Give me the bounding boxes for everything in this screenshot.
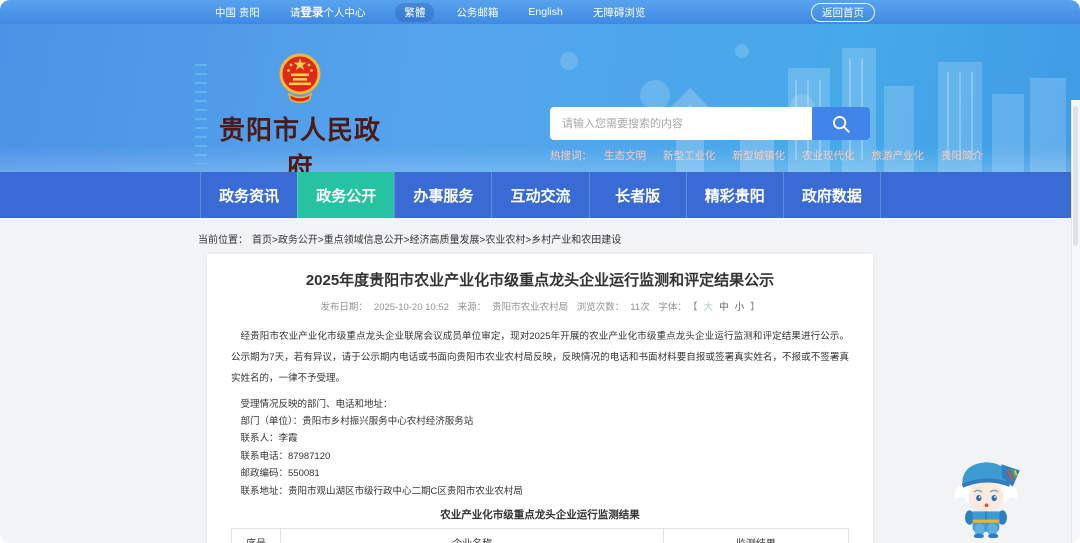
article-paragraph: 受理情况反映的部门、电话和地址： (240, 399, 393, 410)
topbar-traditional-link[interactable]: 繁體 (395, 2, 435, 22)
hot-search-word[interactable]: 贵阳简介 (941, 148, 983, 163)
hot-search-word[interactable]: 新型城镇化 (733, 148, 786, 163)
contact-department: 部门（单位）：贵阳市乡村振兴服务中心农村经济服务站 (240, 415, 474, 427)
search-input[interactable] (550, 107, 812, 140)
views-label: 浏览次数： (576, 302, 625, 313)
tab-zhengwu-gongkai[interactable]: 政务公开 (297, 172, 395, 218)
font-size-label: 字体： (658, 302, 687, 313)
search-button[interactable] (812, 107, 870, 140)
scrollbar[interactable] (1071, 100, 1080, 543)
tab-zhengwu-zixun[interactable]: 政务资讯 (200, 172, 297, 218)
views: 11次 (630, 302, 650, 313)
font-bracket-open: 【 (692, 302, 698, 313)
font-size-large-button[interactable]: 大 (704, 302, 714, 313)
hot-search-row: 热搜词： 生态文明 新型工业化 新型城镇化 农业现代化 旅游产业化 贵阳简介 (550, 148, 1000, 163)
col-header-company: 企业名称 (280, 527, 664, 543)
topbar-login-link[interactable]: 请登录个人中心 (290, 4, 366, 20)
national-emblem-icon (279, 53, 321, 103)
header-banner: 贵阳市人民政府 贵阳市人民政府.政务 www.guiyang.gov.cn 热搜… (0, 24, 1080, 172)
bokeh-decoration (560, 52, 578, 70)
topbar-english-link[interactable]: English (528, 6, 562, 18)
tab-zhangzheban[interactable]: 长者版 (588, 172, 686, 218)
table-caption: 农业产业化市级重点龙头企业运行监测结果 (440, 508, 640, 521)
col-header-index: 序号 (230, 527, 282, 543)
contact-phone: 联系电话：87987120 (240, 450, 331, 462)
breadcrumb-label: 当前位置： (198, 235, 248, 246)
source-label: 来源： (457, 302, 487, 313)
topbar-mail-link[interactable]: 公务邮箱 (456, 5, 498, 20)
article-card: 2025年度贵阳市农业产业化市级重点龙头企业运行监测和评定结果公示 发布日期： 2… (207, 254, 873, 543)
contact-postcode: 邮政编码：550081 (240, 468, 320, 479)
site-logo[interactable]: 贵阳市人民政府 贵阳市人民政府.政务 www.guiyang.gov.cn (212, 52, 388, 172)
scrollbar-thumb[interactable] (1073, 106, 1078, 246)
main-nav: 政务资讯 政务公开 办事服务 互动交流 长者版 精彩贵阳 政府数据 (0, 172, 1080, 218)
font-bracket-close: 】 (750, 302, 760, 313)
topbar: 中国 贵阳 请登录个人中心 繁體 公务邮箱 English 无障碍浏览 返回首页 (0, 0, 1080, 24)
hot-search-word[interactable]: 农业现代化 (802, 148, 855, 163)
hot-search-word[interactable]: 生态文明 (604, 148, 646, 163)
tab-hudong-jiaoliu[interactable]: 互动交流 (491, 172, 588, 218)
hot-search-word[interactable]: 旅游产业化 (872, 148, 925, 163)
search-icon (833, 115, 850, 133)
tab-zhengfu-shuju[interactable]: 政府数据 (782, 172, 881, 218)
article-meta: 发布日期： 2025-10-20 10:52 来源： 贵阳市农业农村局 浏览次数： 1… (231, 299, 849, 313)
mascot-assistant-icon[interactable] (950, 452, 1022, 538)
article-paragraph: 经贵阳市农业产业化市级重点龙头企业联席会议成员单位审定，现对2025年开展的农业… (231, 331, 849, 384)
col-header-result: 监测结果 (662, 527, 850, 543)
contact-address: 联系地址：贵阳市观山湖区市级行政中心二期C区贵阳市农业农村局 (240, 485, 523, 497)
publish-date: 2025-10-20 10:52 (373, 302, 449, 313)
breadcrumb: 当前位置： 首页>政务公开>重点领域信息公开>经济高质量发展>农业农村>乡村产业和… (198, 231, 621, 246)
search-bar (550, 107, 870, 140)
font-size-small-button[interactable]: 小 (735, 302, 745, 313)
page: 中国 贵阳 请登录个人中心 繁體 公务邮箱 English 无障碍浏览 返回首页 (0, 0, 1080, 543)
hot-search-word[interactable]: 新型工业化 (663, 148, 716, 163)
site-title: 贵阳市人民政府 (218, 115, 381, 172)
font-size-medium-button[interactable]: 中 (719, 302, 729, 313)
table-header-row: 序号 企业名称 监测结果 (230, 527, 850, 543)
hot-search-label: 热搜词： (550, 150, 592, 162)
publish-date-label: 发布日期： (320, 302, 368, 313)
article-title: 2025年度贵阳市农业产业化市级重点龙头企业运行监测和评定结果公示 (305, 272, 775, 289)
contact-person: 联系人：李霞 (240, 433, 298, 444)
return-home-button[interactable]: 返回首页 (811, 2, 875, 22)
source: 贵阳市农业农村局 (492, 302, 569, 313)
tab-banshi-fuwu[interactable]: 办事服务 (394, 172, 491, 218)
topbar-accessibility-link[interactable]: 无障碍浏览 (593, 5, 646, 20)
breadcrumb-path[interactable]: 首页>政务公开>重点领域信息公开>经济高质量发展>农业农村>乡村产业和农田建设 (252, 235, 621, 246)
tab-jingcai-guiyang[interactable]: 精彩贵阳 (685, 172, 783, 218)
topbar-region-link[interactable]: 中国 贵阳 (215, 5, 260, 20)
monitoring-result-table: 序号 企业名称 监测结果 1 贵州合力超市采购有限公司 合格 2 贵州友禾种业有… (230, 527, 850, 543)
